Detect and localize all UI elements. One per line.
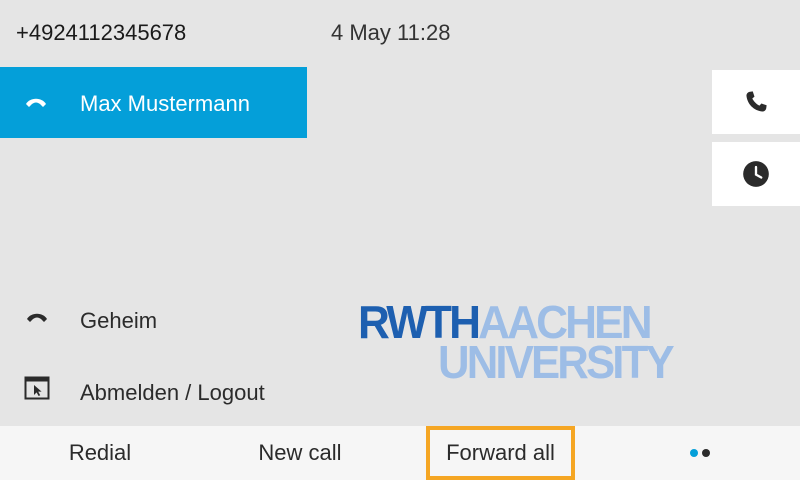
recents-button[interactable] xyxy=(712,142,800,206)
page-dot-inactive xyxy=(702,449,710,457)
date-time: 4 May 11:28 xyxy=(331,20,451,45)
redial-button[interactable]: Redial xyxy=(0,426,200,480)
handset-icon xyxy=(26,98,46,107)
line-label: Max Mustermann xyxy=(80,91,250,116)
menu-item-label: Geheim xyxy=(80,308,158,333)
call-button[interactable] xyxy=(712,70,800,134)
menu-item-geheim[interactable]: Geheim xyxy=(0,290,340,350)
rwth-logo: RWTHAACHEN UNIVERSITY xyxy=(358,299,675,390)
menu-item-logout[interactable]: Abmelden / Logout xyxy=(0,362,340,422)
new-call-button[interactable]: New call xyxy=(200,426,400,480)
status-header: +4924112345678 4 May 11:28 xyxy=(0,0,800,66)
more-softkeys-button[interactable] xyxy=(600,426,800,480)
page-dot-active xyxy=(690,449,698,457)
logo-university-text: UNIVERSITY xyxy=(438,336,675,388)
menu-item-label: Abmelden / Logout xyxy=(80,380,265,405)
logout-window-icon xyxy=(24,376,50,400)
phone-number: +4924112345678 xyxy=(16,20,187,45)
handset-icon xyxy=(27,313,47,322)
softkey-bar: Redial New call Forward all xyxy=(0,426,800,480)
forward-all-button[interactable]: Forward all xyxy=(426,426,575,480)
line-button-active[interactable]: Max Mustermann xyxy=(0,67,307,138)
clock-icon xyxy=(743,161,769,187)
phone-icon xyxy=(746,91,767,112)
